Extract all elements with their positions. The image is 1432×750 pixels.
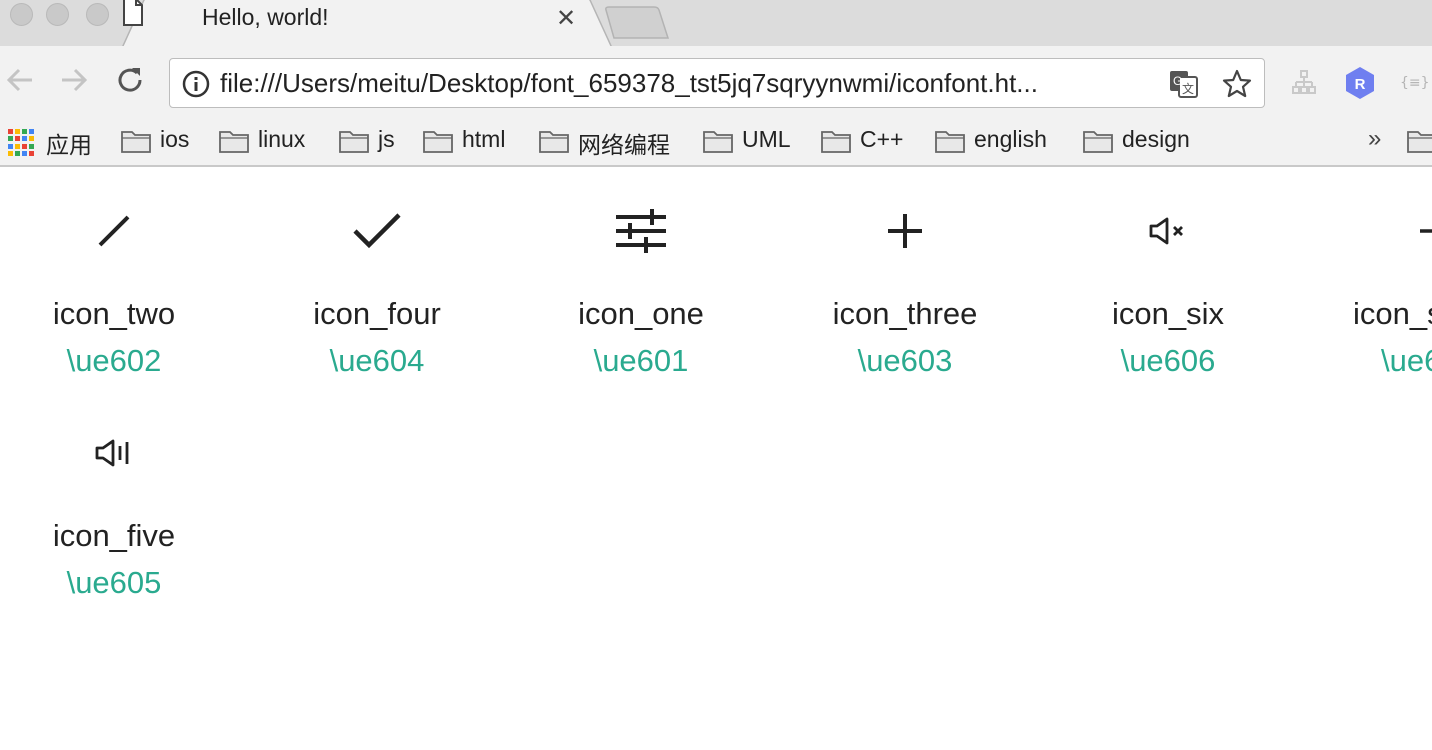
icon-name: icon_four <box>313 296 441 331</box>
tab-active[interactable]: Hello, world! ✕ <box>122 0 612 48</box>
json-extension-label: {≡} <box>1400 75 1430 91</box>
folder-icon <box>339 131 369 153</box>
address-url[interactable]: file:///Users/meitu/Desktop/font_659378_… <box>220 68 1160 99</box>
arrow-right-icon <box>1312 196 1432 266</box>
slash-icon <box>9 196 219 266</box>
folder-icon <box>219 131 249 153</box>
reload-icon[interactable] <box>114 64 146 96</box>
icon-name: icon_two <box>52 296 176 331</box>
icon-card: icon_three \ue603 <box>800 196 1010 396</box>
icon-name: icon_five <box>52 518 176 553</box>
icon-card: icon_two \ue602 <box>9 196 219 396</box>
bookmark-label: js <box>378 126 395 152</box>
icon-card: icon_s \ue6 <box>1312 196 1432 396</box>
address-bar[interactable]: file:///Users/meitu/Desktop/font_659378_… <box>169 58 1265 108</box>
window-close-button[interactable] <box>10 3 33 26</box>
icon-code: \ue605 <box>66 565 162 600</box>
icon-code: \ue603 <box>857 343 953 378</box>
icon-code: \ue606 <box>1120 343 1216 378</box>
tab-title: Hello, world! <box>202 4 329 30</box>
svg-text:文: 文 <box>1182 81 1194 96</box>
folder-icon <box>703 131 733 153</box>
sliders-icon <box>536 196 746 266</box>
info-icon[interactable] <box>182 70 210 98</box>
apps-grid-icon[interactable] <box>8 129 35 156</box>
icon-card: icon_six \ue606 <box>1063 196 1273 396</box>
bookmark-label: UML <box>742 126 791 152</box>
back-arrow-icon[interactable] <box>4 64 36 96</box>
translate-icon[interactable]: G 文 <box>1169 70 1199 98</box>
bookmark-label: english <box>974 126 1047 152</box>
icon-name: icon_six <box>1112 296 1224 331</box>
page-icon <box>123 0 143 26</box>
bookmark-label: C++ <box>860 126 904 152</box>
icon-card: icon_four \ue604 <box>272 196 482 396</box>
window-minimize-button[interactable] <box>46 3 69 26</box>
sitemap-extension-icon[interactable] <box>1292 69 1316 95</box>
extension-badge-icon[interactable]: R <box>1344 66 1376 100</box>
check-icon <box>272 196 482 266</box>
icon-card: icon_one \ue601 <box>536 196 746 396</box>
icon-name: icon_one <box>578 296 704 331</box>
window-zoom-button[interactable] <box>86 3 109 26</box>
icon-name: icon_s <box>1353 296 1432 331</box>
icon-code: \ue602 <box>66 343 162 378</box>
tab-strip: Hello, world! ✕ <box>0 0 1432 48</box>
bookmark-star-icon[interactable] <box>1222 69 1252 99</box>
bookmark-label: ios <box>160 126 190 152</box>
bookmark-apps-label[interactable]: 应用 <box>46 126 92 160</box>
forward-arrow-icon[interactable] <box>58 64 90 96</box>
tab-close-icon[interactable]: ✕ <box>556 4 576 33</box>
bookmarks-bar: 应用 ios linux js html 网络编程 UML C++ englis… <box>0 120 1432 167</box>
json-extension-icon[interactable]: {≡} <box>1398 72 1432 92</box>
icon-code: \ue601 <box>593 343 689 378</box>
tab-shape <box>122 0 612 48</box>
folder-icon <box>821 131 851 153</box>
browser-toolbar: file:///Users/meitu/Desktop/font_659378_… <box>0 46 1432 120</box>
bookmark-label: 网络编程 <box>578 132 670 158</box>
icon-name: icon_three <box>832 296 978 331</box>
bookmark-label: linux <box>258 126 306 152</box>
folder-icon[interactable] <box>1406 128 1432 154</box>
bookmark-label: design <box>1122 126 1190 152</box>
icon-code: \ue6 <box>1381 343 1432 378</box>
folder-icon <box>1083 131 1113 153</box>
folder-icon <box>423 131 453 153</box>
speaker-volume-icon <box>9 418 219 488</box>
extension-badge-label: R <box>1355 76 1366 93</box>
speaker-mute-icon <box>1063 196 1273 266</box>
folder-icon <box>935 131 965 153</box>
new-tab-button[interactable] <box>602 2 672 42</box>
icon-code: \ue604 <box>329 343 425 378</box>
folder-icon <box>539 131 569 153</box>
icon-card: icon_five \ue605 <box>9 418 219 618</box>
bookmarks-overflow-button[interactable]: » <box>1368 125 1381 153</box>
folder-icon <box>121 131 151 153</box>
plus-icon <box>800 196 1010 266</box>
bookmark-label: html <box>462 126 506 152</box>
svg-text:G: G <box>1173 74 1182 88</box>
